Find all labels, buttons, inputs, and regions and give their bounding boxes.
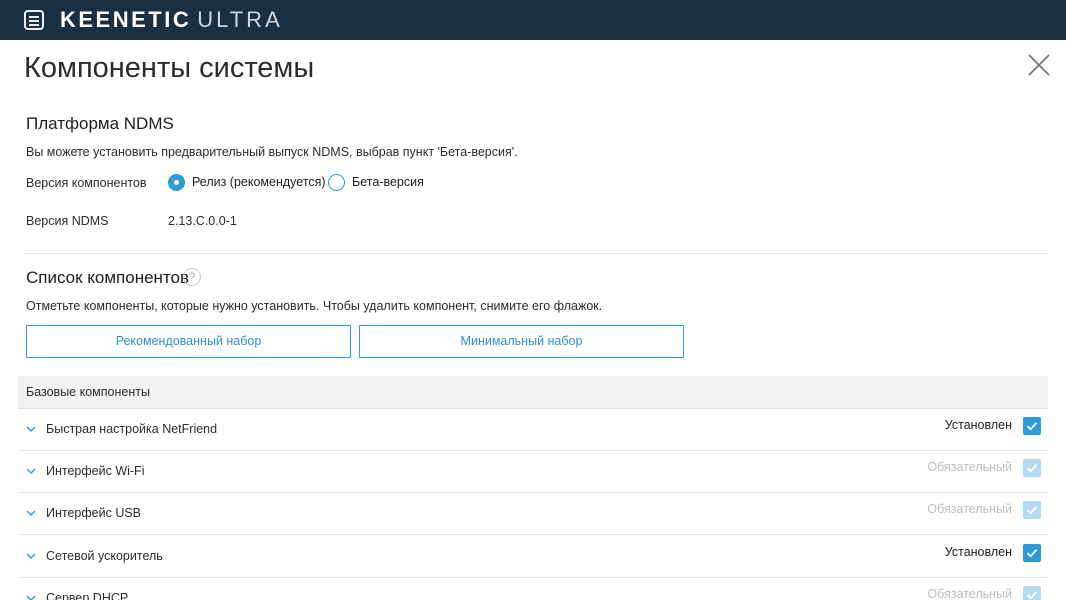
recommended-set-button[interactable]: Рекомендованный набор (26, 325, 351, 358)
chevron-down-icon[interactable] (25, 592, 37, 600)
chevron-down-icon[interactable] (25, 465, 37, 477)
list-item[interactable]: Сетевой ускоритель Установлен (18, 536, 1048, 578)
release-radio-label[interactable]: Релиз (рекомендуется) (192, 175, 326, 189)
beta-radio-label[interactable]: Бета-версия (352, 175, 424, 189)
platform-description: Вы можете установить предварительный вып… (26, 145, 518, 159)
component-status: Обязательный (927, 502, 1012, 516)
brand-model: ULTRA (197, 7, 283, 32)
component-status: Обязательный (927, 460, 1012, 474)
group-title: Базовые компоненты (26, 385, 150, 399)
component-checkbox (1023, 586, 1041, 600)
component-name: Интерфейс USB (46, 506, 142, 520)
close-icon[interactable] (1026, 52, 1052, 78)
page-title: Компоненты системы (24, 52, 315, 84)
component-checkbox (1023, 459, 1041, 477)
checkmark-icon (1026, 464, 1038, 473)
ndms-version-label: Версия NDMS (26, 214, 109, 228)
brand-logo: KEENETIC ULTRA (60, 6, 283, 34)
chevron-down-icon[interactable] (25, 550, 37, 562)
component-name: Сервер DHCP (46, 591, 129, 600)
checkmark-icon (1026, 591, 1038, 600)
top-bar: KEENETIC ULTRA (0, 0, 1066, 40)
list-item[interactable]: Интерфейс Wi-Fi Обязательный (18, 451, 1048, 493)
component-name: Интерфейс Wi-Fi (46, 464, 145, 478)
brand-name: KEENETIC (60, 7, 192, 32)
ndms-version-value: 2.13.C.0.0-1 (168, 214, 237, 228)
components-section-title: Список компонентов (26, 268, 190, 287)
component-checkbox (1023, 501, 1041, 519)
component-status: Установлен (944, 418, 1012, 432)
platform-section-title: Платформа NDMS (26, 114, 174, 133)
hamburger-menu-icon[interactable] (24, 10, 44, 30)
beta-radio[interactable] (328, 174, 345, 191)
checkmark-icon (1026, 506, 1038, 515)
chevron-down-icon[interactable] (25, 423, 37, 435)
component-status: Установлен (944, 545, 1012, 559)
section-divider (24, 253, 1048, 254)
component-status: Обязательный (927, 587, 1012, 600)
help-icon[interactable]: ? (183, 268, 201, 286)
component-name: Сетевой ускоритель (46, 549, 163, 563)
list-item[interactable]: Сервер DHCP Обязательный (18, 578, 1048, 600)
version-label: Версия компонентов (26, 176, 147, 190)
components-description: Отметьте компоненты, которые нужно устан… (26, 299, 603, 313)
release-radio[interactable] (168, 174, 185, 191)
component-name: Быстрая настройка NetFriend (46, 422, 218, 436)
checkmark-icon (1026, 549, 1038, 558)
component-checkbox[interactable] (1023, 417, 1041, 435)
chevron-down-icon[interactable] (25, 507, 37, 519)
component-checkbox[interactable] (1023, 544, 1041, 562)
list-item[interactable]: Быстрая настройка NetFriend Установлен (18, 409, 1048, 451)
checkmark-icon (1026, 422, 1038, 431)
group-header-base: Базовые компоненты (18, 376, 1048, 409)
list-item[interactable]: Интерфейс USB Обязательный (18, 493, 1048, 535)
minimal-set-button[interactable]: Минимальный набор (359, 325, 684, 358)
